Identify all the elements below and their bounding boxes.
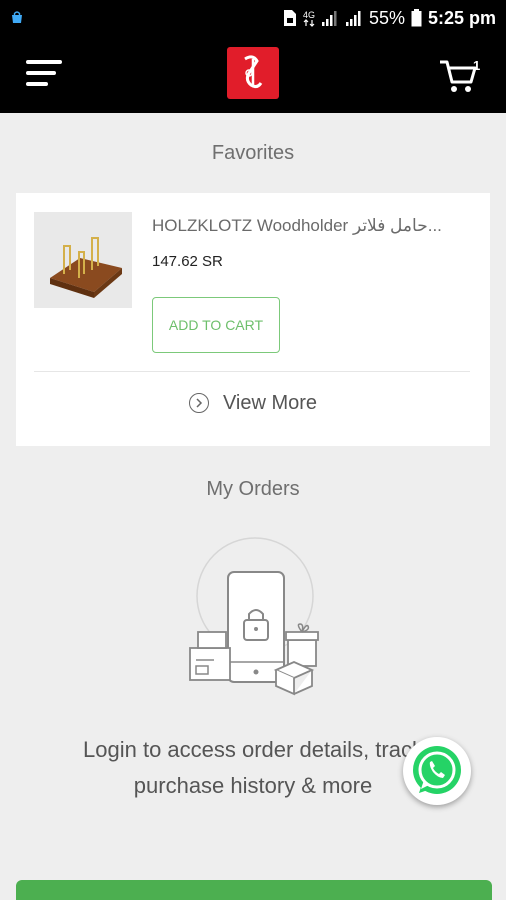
- battery-percentage: 55%: [368, 7, 405, 28]
- cart-badge: 1: [473, 58, 481, 73]
- view-more-button[interactable]: View More: [16, 389, 490, 417]
- sim-card-icon: [283, 10, 296, 26]
- bag-icon: [12, 11, 22, 23]
- status-bar: 4G 55% 5:25 pm: [0, 0, 506, 36]
- hamburger-menu-icon[interactable]: [26, 56, 66, 90]
- signal-icon: [345, 11, 361, 26]
- app-header: 1: [0, 36, 506, 113]
- svg-text:4G: 4G: [303, 10, 315, 20]
- brand-logo[interactable]: [227, 47, 279, 99]
- signal-icon: [321, 11, 337, 26]
- logo-mark: [244, 55, 263, 89]
- favorites-card: HOLZKLOTZ Woodholder حامل فلاتر... 147.6…: [16, 193, 490, 446]
- whatsapp-button[interactable]: [403, 737, 471, 805]
- whatsapp-icon: [413, 746, 461, 794]
- shopping-cart-icon[interactable]: [438, 58, 478, 94]
- product-image[interactable]: [34, 212, 132, 308]
- 4g-icon: 4G: [303, 10, 315, 27]
- orders-title: My Orders: [206, 478, 300, 500]
- product-price: 147.62 SR: [152, 253, 223, 270]
- view-more-label: View More: [222, 391, 318, 414]
- chevron-right-icon: [188, 393, 209, 413]
- add-to-cart-button[interactable]: ADD TO CART: [152, 297, 280, 353]
- battery-icon: [411, 9, 422, 27]
- login-button-bar[interactable]: [16, 880, 492, 900]
- clock: 5:25 pm: [427, 7, 496, 28]
- divider: [34, 371, 470, 372]
- product-name[interactable]: HOLZKLOTZ Woodholder حامل فلاتر...: [152, 216, 482, 236]
- orders-illustration: [180, 536, 330, 696]
- favorites-title: Favorites: [211, 142, 295, 164]
